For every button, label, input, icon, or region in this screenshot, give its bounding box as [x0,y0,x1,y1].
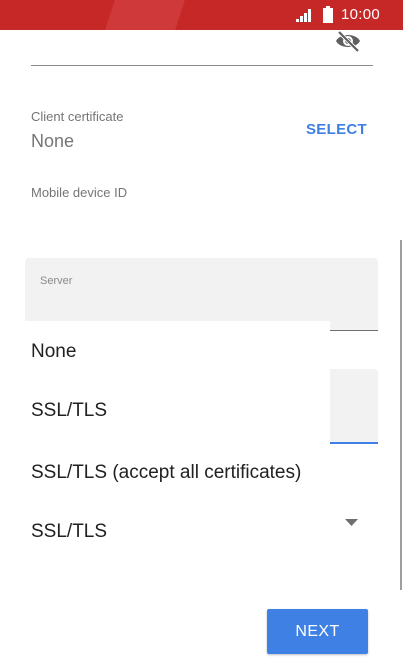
eye-off-icon[interactable] [334,29,362,53]
client-certificate-label: Client certificate [31,109,124,124]
security-dropdown-menu: None SSL/TLS SSL/TLS (accept all certifi… [0,321,330,559]
dropdown-option-ssl-tls-accept-all[interactable]: SSL/TLS (accept all certificates) [31,462,301,484]
select-certificate-button[interactable]: SELECT [306,121,367,138]
status-bar-decoration [105,0,185,30]
battery-icon [323,6,333,23]
dropdown-caret-icon[interactable] [345,519,358,527]
password-field-underline [31,65,373,66]
next-button[interactable]: NEXT [267,609,368,654]
status-time: 10:00 [341,6,381,23]
server-field-label: Server [40,275,73,287]
mobile-device-id-label: Mobile device ID [31,185,128,200]
dropdown-selected-value[interactable]: SSL/TLS [31,521,107,543]
dropdown-option-none[interactable]: None [31,341,76,363]
signal-icon [296,9,311,22]
dropdown-option-ssl-tls[interactable]: SSL/TLS [31,400,107,422]
scrollbar[interactable] [400,240,402,590]
status-bar: 10:00 [0,0,403,30]
client-certificate-value: None [31,131,75,151]
